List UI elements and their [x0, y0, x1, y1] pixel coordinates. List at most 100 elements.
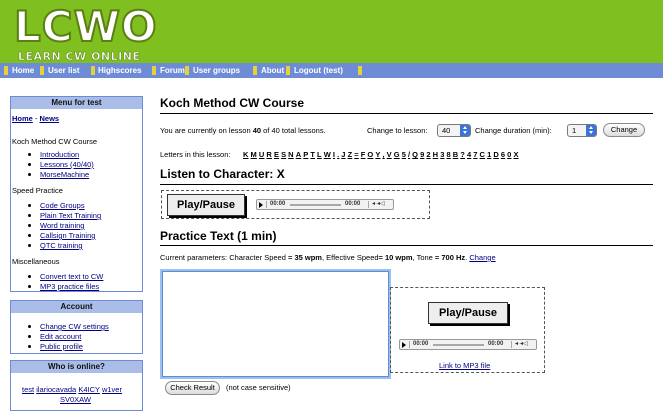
- site-logo[interactable]: LCWO: [13, 3, 158, 51]
- listen-audio-player[interactable]: 00:00 00:00 ◂·◂◁: [256, 199, 394, 210]
- effective-speed-value: = 10 wpm: [378, 253, 413, 262]
- volume-icon[interactable]: ◂·◂◁: [515, 340, 528, 349]
- player-divider: [266, 201, 267, 208]
- nav-logout[interactable]: Logout (test): [294, 63, 343, 78]
- sidebar-item-qtc-training[interactable]: QTC training: [40, 241, 83, 250]
- sidebar-item-plain-text-training[interactable]: Plain Text Training: [40, 211, 101, 220]
- online-user-link[interactable]: SV0XAW: [60, 395, 91, 404]
- news-link[interactable]: News: [40, 114, 60, 123]
- sidebar-item-public-profile[interactable]: Public profile: [40, 342, 83, 351]
- lesson-letter: U: [258, 150, 265, 159]
- char-speed-value: = 35 wpm: [287, 253, 322, 262]
- nav-user-list[interactable]: User list: [48, 63, 80, 78]
- bullet: [28, 325, 31, 328]
- sidebar-item-introduction[interactable]: Introduction: [40, 150, 79, 159]
- practice-audio-player[interactable]: 00:00 00:00 ◂·◂◁: [399, 339, 537, 350]
- lesson-select-value: 40: [442, 126, 451, 135]
- home-link[interactable]: Home: [12, 114, 33, 123]
- change-button[interactable]: Change: [603, 123, 645, 137]
- nav-separator: [358, 66, 362, 75]
- koch-section-heading: Koch Method CW Course: [12, 137, 98, 146]
- sidebar-menu-title: Menu for test: [11, 97, 142, 109]
- lesson-letter: =: [354, 150, 359, 159]
- nav-forum[interactable]: Forum: [160, 63, 185, 78]
- nav-separator: [286, 66, 290, 75]
- lesson-letter: I: [332, 150, 336, 159]
- mp3-link[interactable]: Link to MP3 file: [439, 361, 490, 370]
- sidebar-item-callsign-training[interactable]: Callsign Training: [40, 231, 95, 240]
- duration-select[interactable]: 1: [567, 124, 597, 137]
- online-user-link[interactable]: w1ver: [102, 385, 122, 394]
- lesson-letter: .: [337, 150, 340, 159]
- sidebar-item-mp3-practice-files[interactable]: MP3 practice files: [40, 282, 99, 291]
- bullet: [28, 163, 31, 166]
- player-progress-track[interactable]: [290, 204, 341, 206]
- sidebar-item-lessons[interactable]: Lessons (40/40): [40, 160, 94, 169]
- lesson-select[interactable]: 40: [437, 124, 471, 137]
- bullet: [28, 173, 31, 176]
- practice-text-input[interactable]: [162, 271, 389, 377]
- listen-divider: [160, 184, 653, 185]
- lesson-letter: B: [452, 150, 459, 159]
- lesson-letter: M: [250, 150, 257, 159]
- lesson-letter: A: [295, 150, 302, 159]
- main-nav: Home User list Highscores Forum User gro…: [0, 63, 663, 78]
- sidebar-item-morsemachine[interactable]: MorseMachine: [40, 170, 89, 179]
- check-result-button[interactable]: Check Result: [165, 381, 220, 395]
- sidebar-item-convert-text-to-cw[interactable]: Convert text to CW: [40, 272, 103, 281]
- lesson-letter: D: [493, 150, 499, 159]
- player-time-total: 00:00: [488, 341, 504, 347]
- lesson-letter: Z: [347, 150, 353, 159]
- online-users-line: SV0XAW: [60, 395, 91, 404]
- lesson-letter: 8: [446, 150, 451, 159]
- bullet: [28, 224, 31, 227]
- bullet: [28, 345, 31, 348]
- lesson-letter: 5: [401, 150, 406, 159]
- sidebar-account-title: Account: [11, 301, 142, 313]
- play-icon[interactable]: [259, 202, 263, 208]
- nav-user-groups[interactable]: User groups: [193, 63, 240, 78]
- bullet: [28, 204, 31, 207]
- change-parameters-link[interactable]: Change: [469, 253, 495, 262]
- lesson-letter: 9: [420, 150, 425, 159]
- sidebar-item-word-training[interactable]: Word training: [40, 221, 84, 230]
- bullet: [28, 214, 31, 217]
- change-duration-label: Change duration (min):: [475, 126, 552, 135]
- lesson-letter: E: [273, 150, 280, 159]
- nav-home[interactable]: Home: [12, 63, 34, 78]
- play-icon[interactable]: [402, 342, 406, 348]
- lesson-status: You are currently on lesson 40 of 40 tot…: [160, 126, 326, 135]
- lesson-letter: N: [288, 150, 294, 159]
- lesson-letter: 6: [500, 150, 506, 159]
- player-time-elapsed: 00:00: [413, 341, 429, 347]
- practice-play-pause-button[interactable]: Play/Pause: [428, 302, 508, 324]
- online-user-link[interactable]: ilariocavada: [36, 385, 76, 394]
- lesson-letter: C: [479, 150, 486, 159]
- site-header: LCWO LEARN CW ONLINE Home User list High…: [0, 0, 663, 78]
- online-user-link[interactable]: test: [22, 385, 34, 394]
- nav-highscores[interactable]: Highscores: [98, 63, 142, 78]
- lesson-letter: 4: [466, 150, 472, 159]
- volume-icon[interactable]: ◂·◂◁: [372, 200, 385, 209]
- nav-separator: [40, 66, 44, 75]
- bullet: [28, 234, 31, 237]
- speed-section-heading: Speed Practice: [12, 186, 63, 195]
- sidebar-item-change-cw-settings[interactable]: Change CW settings: [40, 322, 109, 331]
- lesson-current: 40: [252, 126, 262, 135]
- listen-play-pause-button[interactable]: Play/Pause: [167, 194, 245, 216]
- bullet: [28, 285, 31, 288]
- sidebar-item-edit-account[interactable]: Edit account: [40, 332, 81, 341]
- bullet: [28, 335, 31, 338]
- select-arrows-icon: [460, 125, 470, 136]
- nav-separator: [185, 66, 189, 75]
- nav-about[interactable]: About: [261, 63, 284, 78]
- select-arrows-icon: [586, 125, 596, 136]
- listen-heading: Listen to Character: X: [160, 167, 285, 181]
- online-user-link[interactable]: K4ICY: [78, 385, 100, 394]
- player-progress-track[interactable]: [433, 344, 484, 346]
- sidebar-online-title: Who is online?: [11, 361, 142, 373]
- lesson-letter: W: [323, 150, 331, 159]
- site-tagline: LEARN CW ONLINE: [18, 50, 141, 64]
- sidebar-item-code-groups[interactable]: Code Groups: [40, 201, 85, 210]
- lesson-letter: S: [281, 150, 287, 159]
